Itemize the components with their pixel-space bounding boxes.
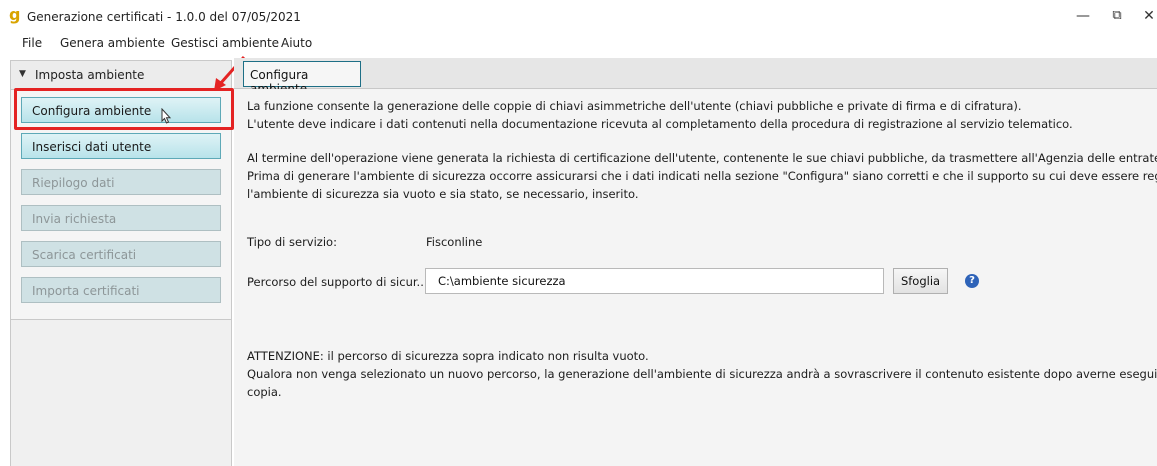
restore-icon[interactable]: ⧉ (1107, 6, 1127, 26)
window-title: Generazione certificati - 1.0.0 del 07/0… (27, 10, 301, 24)
help-icon[interactable]: ? (965, 274, 979, 288)
title-bar: g Generazione certificati - 1.0.0 del 07… (0, 0, 1157, 32)
menu-file[interactable]: File (22, 36, 42, 50)
menu-gestisci-ambiente[interactable]: Gestisci ambiente (171, 36, 279, 50)
menu-aiuto[interactable]: Aiuto (281, 36, 312, 50)
app-logo-icon: g (9, 5, 21, 24)
menu-genera-ambiente[interactable]: Genera ambiente (60, 36, 165, 50)
triangle-down-icon: ▼ (19, 69, 26, 79)
sidebar-section-label: Imposta ambiente (35, 68, 145, 82)
tab-strip (234, 58, 1157, 89)
info-line-1: Al termine dell'operazione viene generat… (247, 151, 1157, 165)
mouse-pointer-icon (161, 108, 172, 124)
sidebar-empty-area (11, 319, 231, 466)
info-line-3: l'ambiente di sicurezza sia vuoto e sia … (247, 187, 639, 201)
annotation-highlight-box (14, 88, 234, 130)
minimize-icon[interactable]: — (1073, 6, 1093, 26)
description-line-1: La funzione consente la generazione dell… (247, 99, 1022, 113)
sidebar-item-importa-certificati: Importa certificati (21, 277, 221, 303)
description-line-2: L'utente deve indicare i dati contenuti … (247, 117, 1073, 131)
path-label: Percorso del supporto di sicur... (247, 275, 428, 289)
info-line-2: Prima di generare l'ambiente di sicurezz… (247, 169, 1157, 183)
service-type-value: Fisconline (426, 235, 483, 249)
tab-configura-ambiente[interactable]: Configura ambiente (243, 61, 361, 96)
sidebar-item-invia-richiesta: Invia richiesta (21, 205, 221, 231)
menu-bar: File Genera ambiente Gestisci ambiente A… (0, 33, 1157, 55)
sidebar-item-inserisci-dati-utente[interactable]: Inserisci dati utente (21, 133, 221, 159)
warning-line-2: Qualora non venga selezionato un nuovo p… (247, 367, 1157, 381)
sidebar-section-header[interactable]: ▼ Imposta ambiente (11, 61, 231, 90)
warning-line-1: ATTENZIONE: il percorso di sicurezza sop… (247, 349, 649, 363)
service-type-label: Tipo di servizio: (247, 235, 337, 249)
close-icon[interactable]: ✕ (1139, 6, 1157, 26)
browse-button[interactable]: Sfoglia (893, 268, 948, 294)
sidebar-item-riepilogo-dati: Riepilogo dati (21, 169, 221, 195)
warning-line-3: copia. (247, 385, 282, 399)
sidebar-item-scarica-certificati: Scarica certificati (21, 241, 221, 267)
path-input[interactable] (425, 268, 884, 294)
